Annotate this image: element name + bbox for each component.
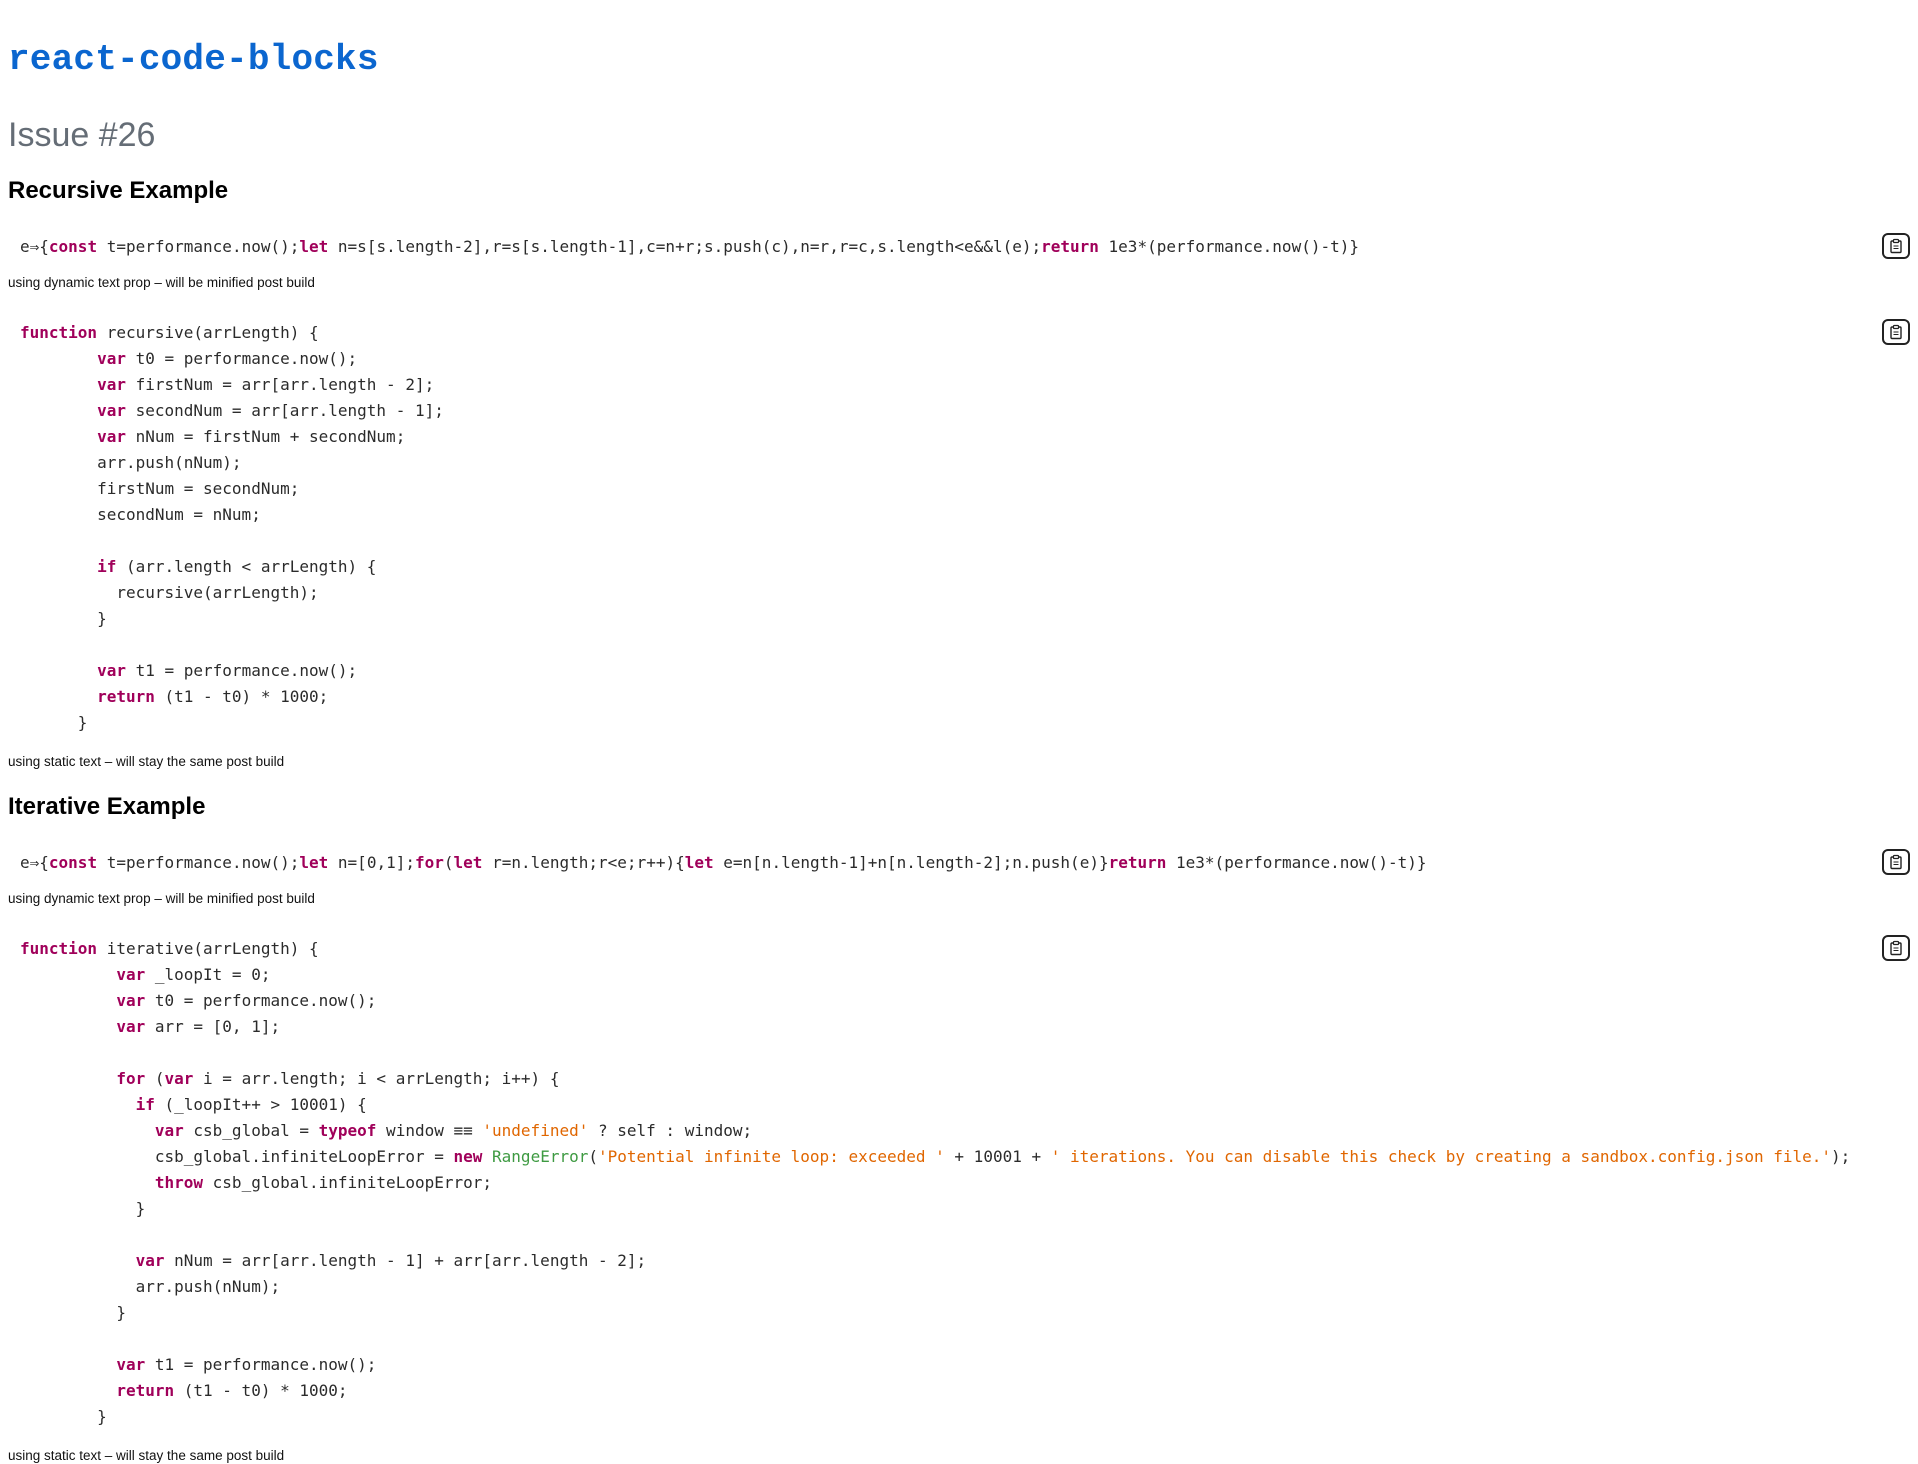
code-line: return (t1 - t0) * 1000; xyxy=(97,687,329,706)
code-block-recursive-minified[interactable]: e⇒{const t=performance.now();let n=s[s.l… xyxy=(20,234,1359,260)
code-line: } xyxy=(20,1303,126,1322)
clipboard-icon xyxy=(1888,324,1904,340)
code-block-iterative-static[interactable]: function iterative(arrLength) { var _loo… xyxy=(20,936,1850,1430)
code-line: } xyxy=(20,713,88,732)
code-line: var secondNum = arr[arr.length - 1]; xyxy=(97,401,444,420)
code-line: arr.push(nNum); xyxy=(20,453,242,472)
code-line: secondNum = nNum; xyxy=(20,505,261,524)
code-line: csb_global.infiniteLoopError = new Range… xyxy=(20,1147,1851,1166)
code-line: } xyxy=(20,1199,146,1218)
code-line: var arr = [0, 1]; xyxy=(116,1017,281,1036)
code-line: } xyxy=(20,1407,107,1426)
copy-button[interactable] xyxy=(1882,935,1910,961)
section-title-iterative: Iterative Example xyxy=(8,793,206,820)
code-line: throw csb_global.infiniteLoopError; xyxy=(154,1173,493,1192)
page: react-code-blocks Issue #26 Recursive Ex… xyxy=(0,0,1918,1463)
code-line: var csb_global = typeof window ≡≡ 'undef… xyxy=(154,1121,753,1140)
code-line: var firstNum = arr[arr.length - 2]; xyxy=(97,375,435,394)
code-line: if (_loopIt++ > 10001) { xyxy=(135,1095,367,1114)
code-block-iterative-minified[interactable]: e⇒{const t=performance.now();let n=[0,1]… xyxy=(20,850,1426,876)
caption-dynamic: using dynamic text prop – will be minifi… xyxy=(8,275,315,290)
code-block-recursive-static[interactable]: function recursive(arrLength) { var t0 =… xyxy=(20,320,444,736)
caption-dynamic: using dynamic text prop – will be minifi… xyxy=(8,891,315,906)
copy-button[interactable] xyxy=(1882,319,1910,345)
page-title: react-code-blocks xyxy=(8,39,379,80)
issue-heading: Issue #26 xyxy=(8,116,156,154)
code-line: var nNum = arr[arr.length - 1] + arr[arr… xyxy=(135,1251,647,1270)
code-line: e⇒{const t=performance.now();let n=[0,1]… xyxy=(20,853,1427,872)
code-line: function iterative(arrLength) { xyxy=(20,939,319,958)
code-line: for (var i = arr.length; i < arrLength; … xyxy=(116,1069,560,1088)
code-line: var t0 = performance.now(); xyxy=(116,991,377,1010)
code-line: arr.push(nNum); xyxy=(20,1277,281,1296)
code-line: var _loopIt = 0; xyxy=(116,965,271,984)
code-line: if (arr.length < arrLength) { xyxy=(97,557,377,576)
code-line: firstNum = secondNum; xyxy=(20,479,300,498)
code-line: var t1 = performance.now(); xyxy=(116,1355,377,1374)
section-title-recursive: Recursive Example xyxy=(8,177,229,204)
code-line: function recursive(arrLength) { xyxy=(20,323,319,342)
code-line: var nNum = firstNum + secondNum; xyxy=(97,427,406,446)
code-line: var t1 = performance.now(); xyxy=(97,661,358,680)
code-line: } xyxy=(20,609,107,628)
copy-button[interactable] xyxy=(1882,233,1910,259)
copy-button[interactable] xyxy=(1882,849,1910,875)
code-line: e⇒{const t=performance.now();let n=s[s.l… xyxy=(20,237,1359,256)
caption-static: using static text – will stay the same p… xyxy=(8,1448,285,1463)
code-line: return (t1 - t0) * 1000; xyxy=(116,1381,348,1400)
clipboard-icon xyxy=(1888,854,1904,870)
caption-static: using static text – will stay the same p… xyxy=(8,754,285,769)
clipboard-icon xyxy=(1888,238,1904,254)
code-line: var t0 = performance.now(); xyxy=(97,349,358,368)
clipboard-icon xyxy=(1888,940,1904,956)
code-line: recursive(arrLength); xyxy=(20,583,319,602)
